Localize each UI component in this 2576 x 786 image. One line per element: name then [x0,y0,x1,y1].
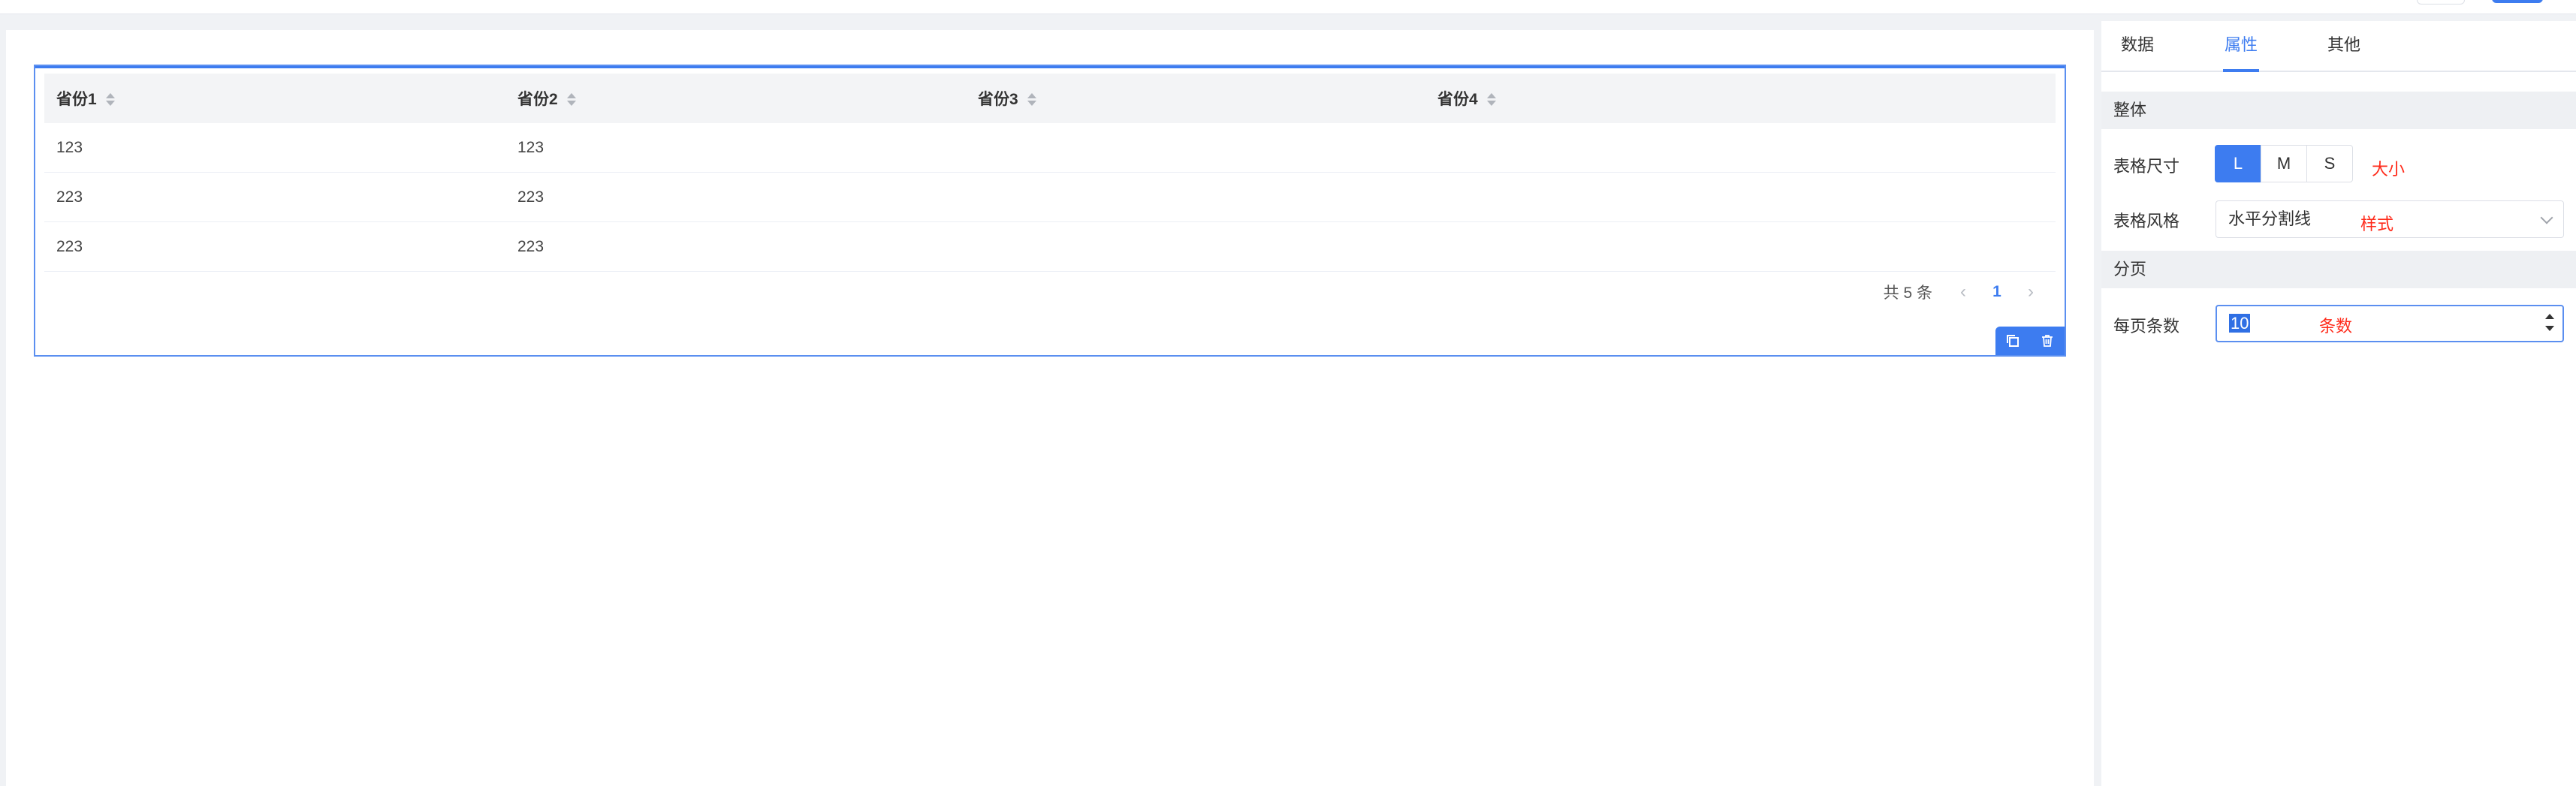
sort-icon[interactable] [105,92,115,107]
size-option-s[interactable]: S [2306,145,2353,182]
table-cell: 223 [44,221,505,272]
table-cell: 123 [44,123,505,173]
tab-data[interactable]: 数据 [2121,21,2154,71]
data-table: 省份1 省份2 省份3 省份4 123 123 223 223 223 223 [44,74,2056,272]
page-size-annotation: 条数 [2319,317,2353,336]
number-stepper-icon[interactable] [2544,312,2555,335]
table-cell: 123 [505,123,966,173]
table-cell [1425,221,2056,272]
widget-selected-border [35,66,2065,68]
column-header[interactable]: 省份4 [1425,74,2056,123]
sort-icon[interactable] [1027,92,1036,107]
column-header-label: 省份3 [978,91,1018,108]
copy-icon[interactable] [2003,331,2022,351]
table-style-label: 表格风格 [2113,212,2180,230]
table-row: 223 223 [44,221,2056,272]
style-annotation: 样式 [2360,215,2394,233]
top-secondary-button[interactable] [2417,0,2465,5]
pagination: 共 5 条 ‹ 1 › [1884,280,2042,304]
table-row: 123 123 [44,123,2056,173]
table-cell [1425,172,2056,222]
table-widget[interactable]: 省份1 省份2 省份3 省份4 123 123 223 223 223 223 … [34,65,2066,357]
page-size-label: 每页条数 [2113,317,2180,336]
tab-properties[interactable]: 属性 [2222,21,2260,72]
properties-panel: 数据 属性 其他 整体 表格尺寸 L M S 大小 表格风格 水平分割线 样式 … [2101,21,2576,786]
size-annotation: 大小 [2372,160,2406,179]
column-header[interactable]: 省份1 [44,74,505,123]
table-style-value: 水平分割线 [2228,209,2312,228]
top-primary-button[interactable] [2492,0,2543,3]
panel-tabs: 数据 属性 其他 [2101,21,2576,72]
column-header-label: 省份4 [1437,91,1478,108]
top-bar [0,0,2576,14]
table-row: 223 223 [44,172,2056,222]
table-size-selector: L M S [2215,145,2353,182]
table-cell: 223 [505,221,966,272]
trash-icon[interactable] [2038,331,2057,351]
pagination-total: 共 5 条 [1883,285,1932,302]
table-header-row: 省份1 省份2 省份3 省份4 [44,74,2056,123]
size-option-l[interactable]: L [2215,145,2261,182]
page-size-input[interactable]: 10 [2216,305,2564,342]
section-overall: 整体 [2101,92,2576,129]
table-cell: 223 [44,172,505,222]
column-header-label: 省份1 [56,91,97,108]
tab-other[interactable]: 其他 [2327,21,2360,71]
table-cell [966,172,1425,222]
table-cell [966,221,1425,272]
table-size-label: 表格尺寸 [2113,157,2180,176]
sort-icon[interactable] [566,92,576,107]
section-pagination: 分页 [2101,251,2576,288]
chevron-down-icon [2540,211,2553,224]
column-header[interactable]: 省份2 [505,74,966,123]
table-cell [1425,123,2056,173]
size-option-m[interactable]: M [2261,145,2307,182]
sort-icon[interactable] [1486,92,1496,107]
widget-toolbar [1995,327,2065,355]
page-number[interactable]: 1 [1974,283,2019,301]
prev-page-button[interactable]: ‹ [1952,282,1974,303]
column-header-label: 省份2 [517,91,558,108]
table-cell [966,123,1425,173]
column-header[interactable]: 省份3 [966,74,1425,123]
table-cell: 223 [505,172,966,222]
page-size-value: 10 [2229,314,2251,333]
design-canvas: 省份1 省份2 省份3 省份4 123 123 223 223 223 223 … [6,30,2094,786]
next-page-button[interactable]: › [2019,282,2042,303]
